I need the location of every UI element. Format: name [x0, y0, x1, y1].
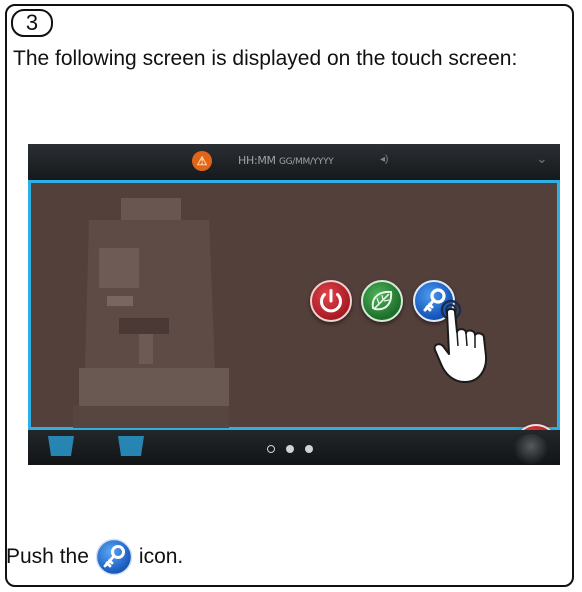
instruction-suffix: icon. — [138, 545, 184, 568]
step-number-badge: 3 — [11, 9, 53, 37]
instruction-line: Push the icon. — [6, 538, 183, 576]
leaf-icon — [371, 290, 393, 311]
chevron-down-icon: ⌄ — [536, 150, 548, 166]
warning-icon: ⚠ — [192, 151, 212, 171]
status-bar: ⚠ HH:MM GG/MM/YYYY ◂) ⌄ — [28, 144, 560, 180]
power-icon — [320, 289, 342, 313]
bottom-bar — [28, 430, 560, 465]
page-indicator-dot[interactable] — [267, 445, 275, 453]
instruction-prefix: Push the — [6, 545, 89, 568]
cup-icon — [118, 436, 144, 456]
eco-button[interactable] — [361, 280, 403, 322]
touch-screen-image: ⚠ HH:MM GG/MM/YYYY ◂) ⌄ — [28, 144, 560, 465]
intro-text: The following screen is displayed on the… — [13, 47, 518, 70]
volume-icon: ◂) — [380, 154, 389, 165]
status-time: HH:MM — [238, 154, 276, 167]
page-indicator-dot[interactable] — [305, 445, 313, 453]
status-date: GG/MM/YYYY — [278, 157, 334, 167]
power-button[interactable] — [310, 280, 352, 322]
page-indicator-dot[interactable] — [286, 445, 294, 453]
pointing-hand-icon — [433, 299, 488, 383]
coffee-machine-icon — [73, 198, 229, 428]
status-datetime: HH:MM GG/MM/YYYY — [238, 154, 334, 167]
settings-panel — [28, 180, 560, 465]
knob-icon — [514, 434, 548, 464]
key-icon — [95, 538, 133, 576]
cup-icon — [48, 436, 74, 456]
